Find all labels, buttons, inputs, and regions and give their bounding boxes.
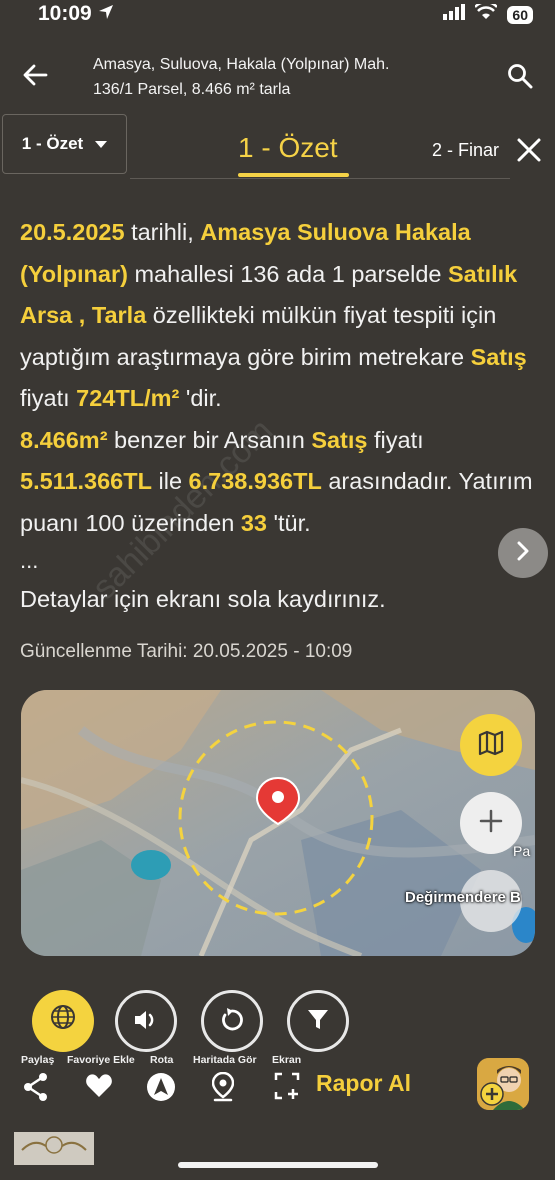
company-logo: [14, 1132, 94, 1165]
summary-unit-price: 724TL/m²: [76, 385, 180, 411]
favorite-label: Favoriye Ekle: [67, 1054, 135, 1066]
summary-text: benzer bir Arsanın: [107, 426, 312, 453]
close-button[interactable]: [516, 137, 542, 168]
chevron-down-icon: [95, 134, 108, 154]
screen-label: Ekran: [272, 1054, 302, 1066]
tab-finance[interactable]: 2 - Finar: [432, 140, 499, 161]
summary-paragraph: 20.5.2025 tarihli, Amasya Suluova Hakala…: [20, 212, 540, 544]
map-place-label: Değirmendere B: [405, 889, 521, 906]
summary-price-min: 5.511.366TL: [20, 468, 152, 494]
summary-text: ile: [151, 468, 189, 494]
share-button[interactable]: [23, 1072, 49, 1107]
summary-text: tarihli,: [124, 219, 201, 245]
close-icon: [516, 138, 542, 167]
summary-text: 'dir.: [179, 385, 222, 411]
back-arrow-icon: [22, 64, 48, 92]
wifi-icon: [474, 0, 499, 25]
heart-icon: [85, 1074, 113, 1102]
route-label: Rota: [150, 1054, 174, 1066]
summary-sale-label: Satış: [470, 343, 527, 370]
search-button[interactable]: [507, 63, 533, 94]
tab-summary[interactable]: 1 - Özet: [238, 132, 338, 164]
title-line-1: Amasya, Suluova, Hakala (Yolpınar) Mah.: [93, 56, 390, 73]
share-icon: [23, 1073, 49, 1106]
map-layers-button[interactable]: [460, 714, 522, 776]
summary-text: fiyatı: [367, 426, 424, 453]
battery-indicator: 60: [507, 5, 533, 24]
screenshot-icon: [274, 1072, 300, 1104]
filter-button[interactable]: [287, 990, 349, 1052]
route-button[interactable]: [146, 1072, 176, 1107]
volume-icon: [132, 1007, 160, 1038]
title-line-2: 136/1 Parsel, 8.466 m² tarla: [93, 81, 291, 98]
summary-sale-label: Satış: [311, 426, 368, 453]
plus-icon: [479, 809, 503, 838]
home-indicator[interactable]: [178, 1162, 378, 1168]
status-time: 10:09: [38, 2, 114, 26]
satellite-map: [21, 690, 535, 956]
map-pin-icon: [211, 1071, 235, 1106]
share-label: Paylaş: [21, 1054, 55, 1066]
next-page-button[interactable]: [498, 528, 548, 578]
updated-date: Güncellenme Tarihi: 20.05.2025 - 10:09: [20, 641, 353, 662]
audio-button[interactable]: [115, 990, 177, 1052]
globe-button[interactable]: [32, 990, 94, 1052]
map-layers-icon: [478, 730, 504, 761]
favorite-button[interactable]: [85, 1072, 113, 1103]
filter-icon: [306, 1007, 330, 1036]
map-partial-label: Pa: [513, 843, 531, 859]
search-icon: [507, 64, 533, 93]
summary-area: 8.466m²: [20, 426, 108, 453]
back-button[interactable]: [22, 62, 48, 93]
add-icon: [480, 1082, 504, 1106]
show-on-map-label: Haritada Gör: [193, 1054, 257, 1066]
status-icons: 60: [443, 0, 533, 25]
refresh-button[interactable]: [201, 990, 263, 1052]
navigation-icon: [146, 1073, 176, 1106]
show-on-map-button[interactable]: [211, 1071, 235, 1107]
summary-price-max: 6.738.936TL: [188, 468, 322, 494]
summary-date: 20.5.2025: [20, 219, 125, 245]
signal-icon: [443, 4, 466, 25]
page-title: Amasya, Suluova, Hakala (Yolpınar) Mah. …: [93, 52, 493, 102]
detail-hint: Detaylar için ekranı sola kaydırınız.: [20, 586, 386, 612]
report-button[interactable]: Rapor Al: [316, 1070, 411, 1097]
summary-text: mahallesi 136 ada 1 parselde: [127, 260, 448, 287]
tab-active-indicator: [238, 173, 349, 177]
summary-text: 'tür.: [266, 509, 311, 536]
tab-divider: [130, 178, 510, 179]
location-arrow-icon: [98, 2, 114, 26]
ellipsis: ...: [20, 548, 39, 573]
map-view[interactable]: [21, 690, 535, 956]
chevron-right-icon: [516, 541, 530, 566]
dropdown-label: 1 - Özet: [21, 134, 84, 153]
report-avatar[interactable]: [477, 1058, 529, 1110]
section-dropdown[interactable]: 1 - Özet: [2, 114, 127, 174]
screenshot-button[interactable]: [274, 1072, 300, 1105]
globe-icon: [50, 1004, 76, 1035]
summary-score: 33: [240, 509, 267, 536]
refresh-icon: [219, 1007, 245, 1038]
summary-text: fiyatı: [20, 385, 77, 411]
